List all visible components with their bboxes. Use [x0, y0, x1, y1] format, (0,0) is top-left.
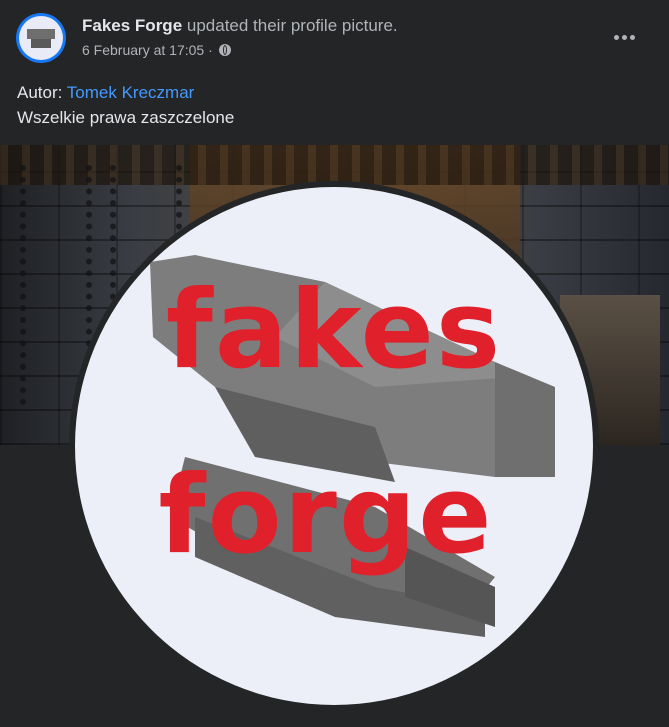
author-link[interactable]: Tomek Kreczmar: [67, 83, 195, 102]
avatar-image: [19, 16, 63, 60]
anvil-image: [150, 255, 555, 637]
globe-icon[interactable]: [218, 44, 231, 56]
post-timestamp[interactable]: 6 February at 17:05: [82, 42, 204, 58]
post-action-text: updated their profile picture.: [182, 16, 398, 35]
author-label: Autor:: [17, 83, 67, 102]
page-name-link[interactable]: Fakes Forge: [82, 16, 182, 35]
author-line: Autor: Tomek Kreczmar: [17, 80, 234, 105]
meta-separator: ·: [204, 42, 217, 58]
more-options-icon-dot: [629, 34, 635, 40]
more-options-icon-dot: [621, 34, 627, 40]
post-title-line: Fakes Forge updated their profile pictur…: [82, 15, 398, 37]
post-meta: 6 February at 17:05 ·: [82, 41, 231, 59]
profile-picture[interactable]: fakes forge: [75, 187, 593, 705]
cover-ceiling: [0, 145, 669, 185]
more-options-button[interactable]: [606, 22, 642, 52]
more-options-icon: [613, 34, 619, 40]
post-header: Fakes Forge updated their profile pictur…: [0, 0, 669, 70]
rights-line: Wszelkie prawa zaszczelone: [17, 108, 235, 127]
avatar-anvil-base: [31, 39, 51, 48]
page-avatar[interactable]: [16, 13, 66, 63]
logo-word-forge: forge: [158, 453, 494, 578]
logo-word-fakes: fakes: [165, 268, 503, 393]
post-body: Autor: Tomek Kreczmar Wszelkie prawa zas…: [17, 80, 234, 130]
avatar-anvil-top: [27, 29, 55, 39]
